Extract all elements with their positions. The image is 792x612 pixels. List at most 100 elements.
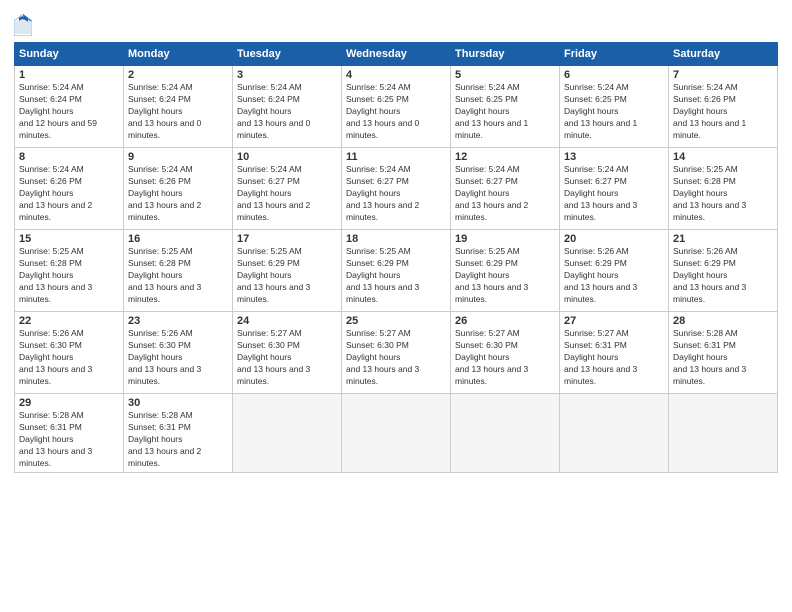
day-number: 6 <box>564 69 664 81</box>
day-info: Sunrise: 5:27 AMSunset: 6:30 PMDaylight … <box>455 328 555 387</box>
calendar-cell <box>233 394 342 473</box>
calendar-cell: 8Sunrise: 5:24 AMSunset: 6:26 PMDaylight… <box>15 148 124 230</box>
header-day-friday: Friday <box>560 43 669 66</box>
day-info: Sunrise: 5:24 AMSunset: 6:27 PMDaylight … <box>346 164 446 223</box>
calendar-cell: 6Sunrise: 5:24 AMSunset: 6:25 PMDaylight… <box>560 66 669 148</box>
day-info: Sunrise: 5:25 AMSunset: 6:29 PMDaylight … <box>455 246 555 305</box>
calendar-table: SundayMondayTuesdayWednesdayThursdayFrid… <box>14 42 778 473</box>
calendar-cell <box>342 394 451 473</box>
day-number: 1 <box>19 69 119 81</box>
header <box>14 10 778 36</box>
page: SundayMondayTuesdayWednesdayThursdayFrid… <box>0 0 792 612</box>
day-number: 7 <box>673 69 773 81</box>
day-info: Sunrise: 5:24 AMSunset: 6:24 PMDaylight … <box>237 82 337 141</box>
calendar-cell <box>451 394 560 473</box>
calendar-header: SundayMondayTuesdayWednesdayThursdayFrid… <box>15 43 778 66</box>
day-number: 13 <box>564 151 664 163</box>
calendar-cell: 9Sunrise: 5:24 AMSunset: 6:26 PMDaylight… <box>124 148 233 230</box>
header-day-monday: Monday <box>124 43 233 66</box>
day-info: Sunrise: 5:28 AMSunset: 6:31 PMDaylight … <box>128 410 228 469</box>
calendar-cell: 30Sunrise: 5:28 AMSunset: 6:31 PMDayligh… <box>124 394 233 473</box>
day-number: 15 <box>19 233 119 245</box>
day-info: Sunrise: 5:26 AMSunset: 6:30 PMDaylight … <box>128 328 228 387</box>
calendar-cell: 19Sunrise: 5:25 AMSunset: 6:29 PMDayligh… <box>451 230 560 312</box>
day-number: 16 <box>128 233 228 245</box>
calendar-cell: 1Sunrise: 5:24 AMSunset: 6:24 PMDaylight… <box>15 66 124 148</box>
day-number: 26 <box>455 315 555 327</box>
calendar-cell: 18Sunrise: 5:25 AMSunset: 6:29 PMDayligh… <box>342 230 451 312</box>
day-info: Sunrise: 5:25 AMSunset: 6:28 PMDaylight … <box>128 246 228 305</box>
calendar-cell: 7Sunrise: 5:24 AMSunset: 6:26 PMDaylight… <box>669 66 778 148</box>
day-number: 12 <box>455 151 555 163</box>
day-number: 4 <box>346 69 446 81</box>
day-info: Sunrise: 5:24 AMSunset: 6:27 PMDaylight … <box>564 164 664 223</box>
day-info: Sunrise: 5:24 AMSunset: 6:27 PMDaylight … <box>455 164 555 223</box>
day-number: 14 <box>673 151 773 163</box>
calendar-cell: 16Sunrise: 5:25 AMSunset: 6:28 PMDayligh… <box>124 230 233 312</box>
calendar-cell: 20Sunrise: 5:26 AMSunset: 6:29 PMDayligh… <box>560 230 669 312</box>
calendar-cell: 14Sunrise: 5:25 AMSunset: 6:28 PMDayligh… <box>669 148 778 230</box>
week-row-4: 29 Sunrise: 5:28 AMSunset: 6:31 PMDayligh… <box>15 394 778 473</box>
week-row-2: 15Sunrise: 5:25 AMSunset: 6:28 PMDayligh… <box>15 230 778 312</box>
day-info: Sunrise: 5:27 AMSunset: 6:31 PMDaylight … <box>564 328 664 387</box>
week-row-3: 22 Sunrise: 5:26 AMSunset: 6:30 PMDayligh… <box>15 312 778 394</box>
day-number: 25 <box>346 315 446 327</box>
calendar-cell: 22Sunrise: 5:26 AMSunset: 6:30 PMDayligh… <box>15 312 124 394</box>
header-row: SundayMondayTuesdayWednesdayThursdayFrid… <box>15 43 778 66</box>
day-number: 20 <box>564 233 664 245</box>
day-info: Sunrise: 5:28 AMSunset: 6:31 PMDaylight … <box>673 328 773 387</box>
day-number: 22 <box>19 315 119 327</box>
calendar-cell: 24Sunrise: 5:27 AMSunset: 6:30 PMDayligh… <box>233 312 342 394</box>
calendar-cell: 17Sunrise: 5:25 AMSunset: 6:29 PMDayligh… <box>233 230 342 312</box>
day-info: Sunrise: 5:25 AMSunset: 6:28 PMDaylight … <box>673 164 773 223</box>
week-row-1: 8Sunrise: 5:24 AMSunset: 6:26 PMDaylight… <box>15 148 778 230</box>
calendar-cell: 27Sunrise: 5:27 AMSunset: 6:31 PMDayligh… <box>560 312 669 394</box>
calendar-cell: 13Sunrise: 5:24 AMSunset: 6:27 PMDayligh… <box>560 148 669 230</box>
calendar-cell: 10Sunrise: 5:24 AMSunset: 6:27 PMDayligh… <box>233 148 342 230</box>
day-info: Sunrise: 5:27 AMSunset: 6:30 PMDaylight … <box>237 328 337 387</box>
day-number: 18 <box>346 233 446 245</box>
day-number: 23 <box>128 315 228 327</box>
day-number: 10 <box>237 151 337 163</box>
day-number: 29 <box>19 397 119 409</box>
day-info: Sunrise: 5:25 AMSunset: 6:28 PMDaylight … <box>19 246 119 305</box>
header-day-thursday: Thursday <box>451 43 560 66</box>
day-info: Sunrise: 5:24 AMSunset: 6:24 PMDaylight … <box>128 82 228 141</box>
logo-icon <box>14 14 32 36</box>
day-info: Sunrise: 5:24 AMSunset: 6:26 PMDaylight … <box>128 164 228 223</box>
calendar-body: 1Sunrise: 5:24 AMSunset: 6:24 PMDaylight… <box>15 66 778 473</box>
week-row-0: 1Sunrise: 5:24 AMSunset: 6:24 PMDaylight… <box>15 66 778 148</box>
header-day-wednesday: Wednesday <box>342 43 451 66</box>
day-info: Sunrise: 5:25 AMSunset: 6:29 PMDaylight … <box>237 246 337 305</box>
calendar-cell: 3Sunrise: 5:24 AMSunset: 6:24 PMDaylight… <box>233 66 342 148</box>
calendar-cell: 4Sunrise: 5:24 AMSunset: 6:25 PMDaylight… <box>342 66 451 148</box>
day-info: Sunrise: 5:24 AMSunset: 6:26 PMDaylight … <box>19 164 119 223</box>
day-info: Sunrise: 5:24 AMSunset: 6:27 PMDaylight … <box>237 164 337 223</box>
calendar-cell <box>669 394 778 473</box>
calendar-cell: 15Sunrise: 5:25 AMSunset: 6:28 PMDayligh… <box>15 230 124 312</box>
logo <box>14 14 37 36</box>
day-number: 17 <box>237 233 337 245</box>
day-number: 5 <box>455 69 555 81</box>
day-number: 2 <box>128 69 228 81</box>
day-info: Sunrise: 5:24 AMSunset: 6:25 PMDaylight … <box>455 82 555 141</box>
calendar-cell: 12Sunrise: 5:24 AMSunset: 6:27 PMDayligh… <box>451 148 560 230</box>
day-number: 21 <box>673 233 773 245</box>
header-day-saturday: Saturday <box>669 43 778 66</box>
day-info: Sunrise: 5:24 AMSunset: 6:25 PMDaylight … <box>346 82 446 141</box>
calendar-cell: 25Sunrise: 5:27 AMSunset: 6:30 PMDayligh… <box>342 312 451 394</box>
calendar-cell: 21Sunrise: 5:26 AMSunset: 6:29 PMDayligh… <box>669 230 778 312</box>
day-info: Sunrise: 5:27 AMSunset: 6:30 PMDaylight … <box>346 328 446 387</box>
day-number: 28 <box>673 315 773 327</box>
day-number: 9 <box>128 151 228 163</box>
day-info: Sunrise: 5:26 AMSunset: 6:29 PMDaylight … <box>673 246 773 305</box>
calendar-cell: 11Sunrise: 5:24 AMSunset: 6:27 PMDayligh… <box>342 148 451 230</box>
header-day-tuesday: Tuesday <box>233 43 342 66</box>
day-number: 8 <box>19 151 119 163</box>
day-number: 11 <box>346 151 446 163</box>
calendar-cell: 23Sunrise: 5:26 AMSunset: 6:30 PMDayligh… <box>124 312 233 394</box>
day-info: Sunrise: 5:24 AMSunset: 6:24 PMDaylight … <box>19 82 119 141</box>
header-day-sunday: Sunday <box>15 43 124 66</box>
calendar-cell: 29Sunrise: 5:28 AMSunset: 6:31 PMDayligh… <box>15 394 124 473</box>
day-info: Sunrise: 5:24 AMSunset: 6:26 PMDaylight … <box>673 82 773 141</box>
